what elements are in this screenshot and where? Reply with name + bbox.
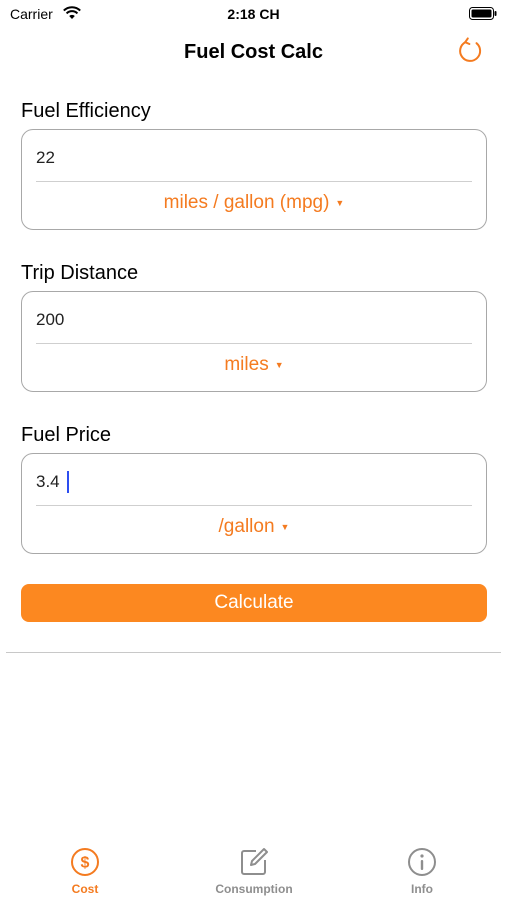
refresh-icon — [459, 37, 482, 62]
dropdown-arrow-icon: ▼ — [274, 359, 284, 370]
trip-distance-group: miles ▼ — [21, 291, 487, 392]
field-divider — [36, 505, 472, 506]
fuel-efficiency-unit-label: miles / gallon (mpg) — [163, 192, 330, 213]
fuel-efficiency-unit-select[interactable]: miles / gallon (mpg) ▼ — [22, 192, 486, 214]
refresh-button[interactable] — [455, 36, 485, 66]
trip-distance-unit-label: miles — [224, 354, 269, 375]
trip-distance-input[interactable] — [36, 304, 473, 336]
trip-distance-unit-select[interactable]: miles ▼ — [22, 354, 486, 376]
battery-icon — [469, 7, 497, 20]
fuel-efficiency-input[interactable] — [36, 142, 473, 174]
dollar-circle-icon: $ — [71, 848, 99, 876]
fuel-cost-screen: Carrier 2:18 CH Fuel Cost Calc Fuel Effi… — [0, 0, 507, 900]
status-bar: Carrier 2:18 CH — [0, 0, 507, 28]
dropdown-arrow-icon: ▼ — [280, 521, 290, 532]
fuel-price-group: /gallon ▼ — [21, 453, 487, 554]
fuel-efficiency-group: miles / gallon (mpg) ▼ — [21, 129, 487, 230]
edit-icon — [241, 848, 268, 875]
tab-consumption-label: Consumption — [215, 882, 293, 896]
tab-info-label: Info — [411, 882, 433, 896]
page-title: Fuel Cost Calc — [184, 41, 323, 63]
calculate-button[interactable]: Calculate — [21, 584, 487, 622]
text-cursor — [67, 471, 69, 493]
svg-text:$: $ — [81, 855, 90, 872]
tab-info[interactable]: Info — [362, 846, 482, 896]
tab-consumption[interactable]: Consumption — [194, 846, 314, 896]
tab-cost[interactable]: $ Cost — [25, 846, 145, 896]
trip-distance-label: Trip Distance — [21, 262, 139, 284]
fuel-price-input[interactable] — [36, 466, 473, 498]
fuel-efficiency-label: Fuel Efficiency — [21, 100, 151, 122]
field-divider — [36, 181, 472, 182]
fuel-price-unit-label: /gallon — [218, 516, 275, 537]
fuel-price-label: Fuel Price — [21, 424, 112, 446]
dropdown-arrow-icon: ▼ — [335, 197, 345, 208]
tab-cost-label: Cost — [71, 882, 99, 896]
fuel-price-unit-select[interactable]: /gallon ▼ — [22, 516, 486, 538]
divider — [6, 652, 501, 653]
status-time: 2:18 CH — [227, 6, 280, 22]
info-icon — [408, 848, 436, 876]
field-divider — [36, 343, 472, 344]
